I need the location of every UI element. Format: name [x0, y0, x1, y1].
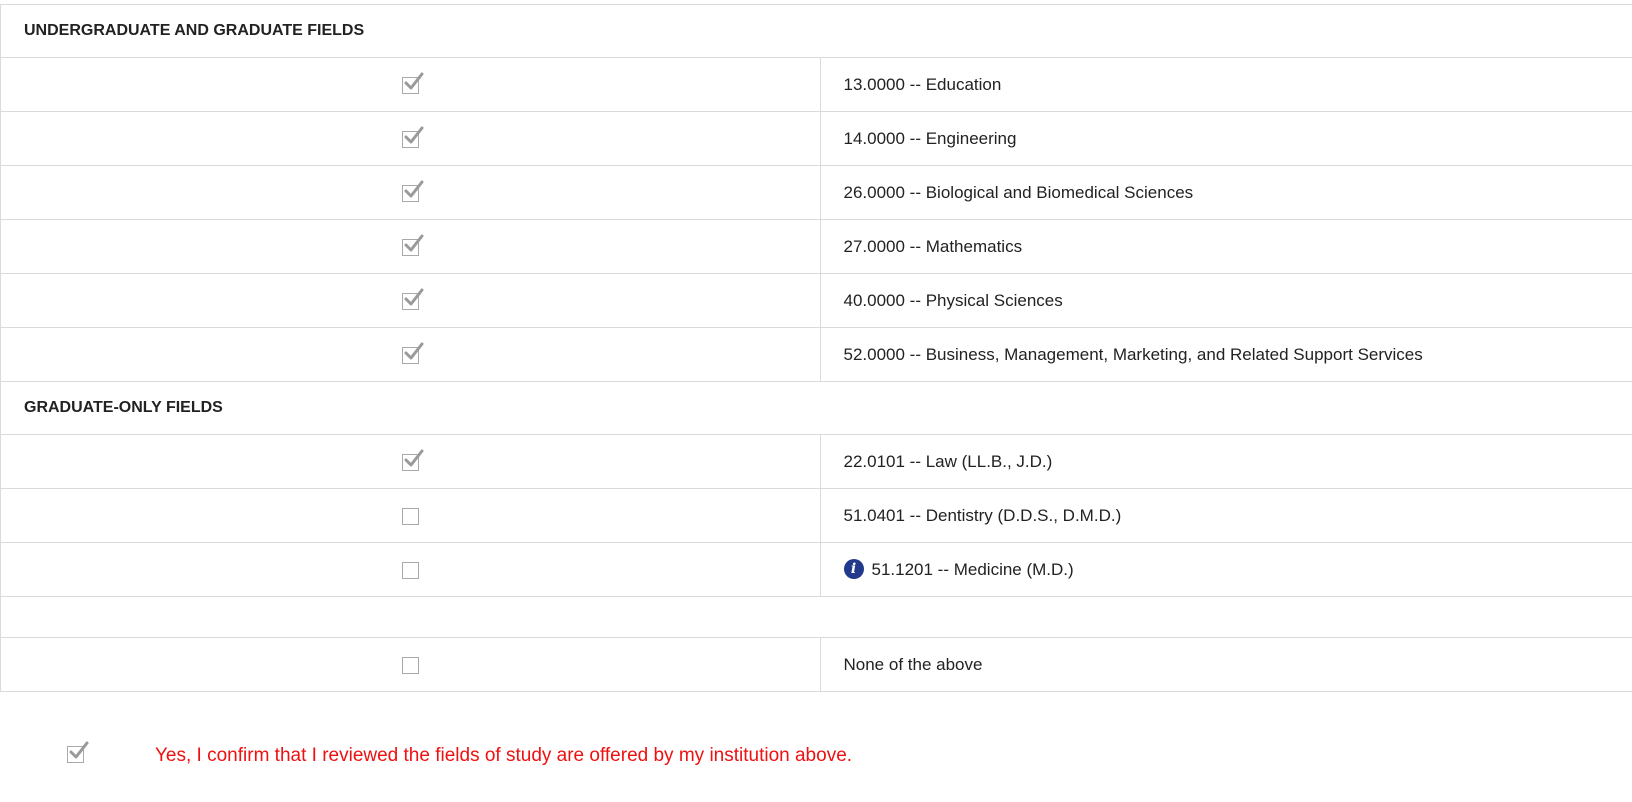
- field-label: 26.0000 -- Biological and Biomedical Sci…: [819, 165, 1632, 220]
- field-checkbox[interactable]: [401, 561, 419, 579]
- section-header-row: GRADUATE-ONLY FIELDS: [0, 381, 1632, 435]
- check-mark-icon: [404, 342, 424, 360]
- fields-of-study-page: UNDERGRADUATE AND GRADUATE FIELDS 13.000…: [0, 0, 1632, 802]
- check-mark-icon: [404, 449, 424, 467]
- field-row: 52.0000 -- Business, Management, Marketi…: [0, 327, 1632, 382]
- field-label: 27.0000 -- Mathematics: [819, 219, 1632, 274]
- field-checkbox[interactable]: [401, 342, 424, 364]
- section-title: UNDERGRADUATE AND GRADUATE FIELDS: [0, 4, 1632, 58]
- check-mark-icon: [404, 180, 424, 198]
- field-checkbox[interactable]: [401, 234, 424, 256]
- check-mark-icon: [69, 741, 89, 759]
- confirmation-label[interactable]: Yes, I confirm that I reviewed the field…: [155, 745, 852, 767]
- none-of-the-above-label: None of the above: [819, 637, 1632, 692]
- field-checkbox[interactable]: [401, 507, 419, 525]
- section-title: GRADUATE-ONLY FIELDS: [0, 381, 1632, 435]
- check-mark-icon: [404, 234, 424, 252]
- spacer-row: [0, 596, 1632, 638]
- field-label: 13.0000 -- Education: [819, 57, 1632, 112]
- field-row: 40.0000 -- Physical Sciences: [0, 273, 1632, 328]
- field-row: 51.0401 -- Dentistry (D.D.S., D.M.D.): [0, 488, 1632, 543]
- field-row: 14.0000 -- Engineering: [0, 111, 1632, 166]
- field-label: 51.0401 -- Dentistry (D.D.S., D.M.D.): [819, 488, 1632, 543]
- check-mark-icon: [404, 72, 424, 90]
- field-row: 13.0000 -- Education: [0, 57, 1632, 112]
- fields-of-study-table: UNDERGRADUATE AND GRADUATE FIELDS 13.000…: [0, 4, 1632, 692]
- check-mark-icon: [404, 288, 424, 306]
- field-row: i 51.1201 -- Medicine (M.D.): [0, 542, 1632, 597]
- check-mark-icon: [404, 126, 424, 144]
- field-checkbox[interactable]: [401, 72, 424, 94]
- field-row: 22.0101 -- Law (LL.B., J.D.): [0, 434, 1632, 489]
- field-label: 52.0000 -- Business, Management, Marketi…: [819, 327, 1632, 382]
- confirmation-checkbox[interactable]: [67, 741, 89, 763]
- field-label: 40.0000 -- Physical Sciences: [819, 273, 1632, 328]
- field-row: 26.0000 -- Biological and Biomedical Sci…: [0, 165, 1632, 220]
- section-header-row: UNDERGRADUATE AND GRADUATE FIELDS: [0, 4, 1632, 58]
- none-of-the-above-checkbox[interactable]: [401, 656, 419, 674]
- field-checkbox[interactable]: [401, 288, 424, 310]
- field-checkbox[interactable]: [401, 180, 424, 202]
- field-label: 22.0101 -- Law (LL.B., J.D.): [819, 434, 1632, 489]
- field-checkbox[interactable]: [401, 449, 424, 471]
- info-icon[interactable]: i: [843, 558, 864, 579]
- field-row: 27.0000 -- Mathematics: [0, 219, 1632, 274]
- none-of-the-above-row: None of the above: [0, 637, 1632, 692]
- field-label: 14.0000 -- Engineering: [819, 111, 1632, 166]
- confirmation-row: Yes, I confirm that I reviewed the field…: [0, 741, 1632, 772]
- field-label: 51.1201 -- Medicine (M.D.): [871, 559, 1074, 579]
- field-checkbox[interactable]: [401, 126, 424, 148]
